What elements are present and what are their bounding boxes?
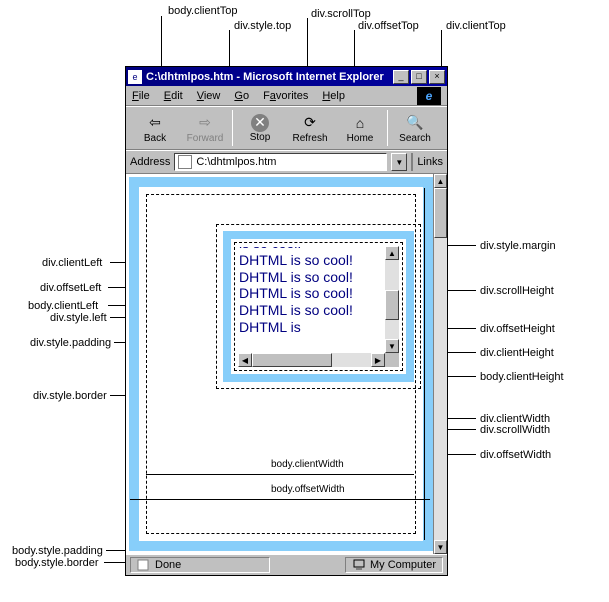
ann-div-offsetWidth: div.offsetWidth [480, 449, 551, 461]
measure-arrow [146, 474, 414, 475]
ann-body-clientHeight: body.clientHeight [480, 371, 564, 383]
document-icon [178, 155, 192, 169]
toolbar-separator [232, 110, 233, 146]
search-button[interactable]: 🔍Search [390, 108, 440, 148]
ie-logo-icon: e [417, 87, 441, 105]
ann-body-style-border: body.style.border [15, 557, 99, 569]
measure-body-clientWidth: body.clientWidth [271, 459, 344, 470]
ann-div-offsetTop: div.offsetTop [358, 20, 419, 32]
content-area: ▲ ▼ is so cool! DHTML is so cool! DHTML … [126, 174, 447, 554]
back-button[interactable]: ⇦Back [130, 108, 180, 148]
status-zone-panel: My Computer [345, 557, 443, 573]
menu-go[interactable]: Go [234, 90, 249, 102]
scroll-corner [385, 353, 399, 367]
address-bar: Address C:\dhtmlpos.htm ▼ Links [126, 150, 447, 174]
stop-label: Stop [250, 132, 271, 143]
close-button[interactable]: × [429, 70, 445, 84]
toolbar-separator [387, 110, 388, 146]
div-border-box: is so cool! DHTML is so cool! DHTML is s… [223, 231, 414, 382]
scroll-thumb[interactable] [252, 353, 332, 367]
home-label: Home [347, 133, 374, 144]
scroll-thumb[interactable] [385, 290, 399, 320]
scroll-down-icon[interactable]: ▼ [434, 540, 447, 554]
page-vertical-scrollbar[interactable]: ▲ ▼ [433, 174, 447, 554]
ann-div-clientHeight: div.clientHeight [480, 347, 554, 359]
menu-edit[interactable]: Edit [164, 90, 183, 102]
measure-body-offsetWidth: body.offsetWidth [271, 484, 345, 495]
ann-div-scrollWidth: div.scrollWidth [480, 424, 550, 436]
ann-div-style-border: div.style.border [33, 390, 107, 402]
refresh-button[interactable]: ⟳Refresh [285, 108, 335, 148]
address-dropdown[interactable]: ▼ [391, 153, 407, 171]
status-zone-text: My Computer [370, 559, 436, 571]
address-value: C:\dhtmlpos.htm [196, 156, 276, 168]
menu-file[interactable]: File [132, 90, 150, 102]
div-margin-box: is so cool! DHTML is so cool! DHTML is s… [216, 224, 421, 389]
computer-icon [352, 559, 366, 571]
scroll-down-icon[interactable]: ▼ [385, 339, 399, 353]
back-label: Back [144, 133, 166, 144]
links-label[interactable]: Links [417, 156, 443, 168]
ann-div-clientLeft: div.clientLeft [42, 257, 102, 269]
div-content: is so cool! DHTML is so cool! DHTML is s… [239, 247, 386, 354]
scroll-thumb[interactable] [434, 188, 447, 238]
div-text: is so cool! DHTML is so cool! DHTML is s… [239, 247, 386, 336]
status-done-text: Done [155, 559, 181, 571]
ann-body-clientLeft: body.clientLeft [28, 300, 98, 312]
stop-icon: ✕ [251, 114, 269, 132]
toolbar: ⇦Back ⇨Forward ✕Stop ⟳Refresh ⌂Home 🔍Sea… [126, 106, 447, 150]
window-title: C:\dhtmlpos.htm - Microsoft Internet Exp… [146, 71, 391, 83]
ann-div-scrollHeight: div.scrollHeight [480, 285, 554, 297]
refresh-label: Refresh [292, 133, 327, 144]
ann-body-clientTop: body.clientTop [168, 5, 238, 17]
home-icon: ⌂ [350, 113, 370, 133]
div-vertical-scrollbar[interactable]: ▲ ▼ [385, 246, 399, 353]
scroll-left-icon[interactable]: ◀ [238, 353, 252, 367]
ann-div-style-top: div.style.top [234, 20, 291, 32]
scroll-up-icon[interactable]: ▲ [434, 174, 447, 188]
minimize-button[interactable]: _ [393, 70, 409, 84]
div-padding-box: is so cool! DHTML is so cool! DHTML is s… [234, 242, 403, 371]
measure-arrow [130, 499, 430, 500]
measure-arrow-v [424, 188, 425, 540]
scroll-right-icon[interactable]: ▶ [371, 353, 385, 367]
div-horizontal-scrollbar[interactable]: ◀ ▶ [238, 353, 385, 367]
home-button[interactable]: ⌂Home [335, 108, 385, 148]
menu-favorites[interactable]: Favorites [263, 90, 308, 102]
menu-view[interactable]: View [197, 90, 221, 102]
app-icon: e [128, 70, 142, 84]
titlebar: e C:\dhtmlpos.htm - Microsoft Internet E… [126, 67, 447, 86]
search-icon: 🔍 [405, 113, 425, 133]
ann-body-style-padding: body.style.padding [12, 545, 103, 557]
ann-div-offsetHeight: div.offsetHeight [480, 323, 555, 335]
forward-button[interactable]: ⇨Forward [180, 108, 230, 148]
scroll-up-icon[interactable]: ▲ [385, 246, 399, 260]
ann-div-offsetLeft: div.offsetLeft [40, 282, 101, 294]
refresh-icon: ⟳ [300, 113, 320, 133]
statusbar: Done My Computer [126, 554, 447, 574]
done-icon [137, 559, 151, 571]
ann-div-style-margin: div.style.margin [480, 240, 556, 252]
ann-div-style-left: div.style.left [50, 312, 107, 324]
stop-button[interactable]: ✕Stop [235, 108, 285, 148]
address-input[interactable]: C:\dhtmlpos.htm [174, 153, 387, 171]
ann-div-clientTop: div.clientTop [446, 20, 506, 32]
address-label: Address [130, 156, 170, 168]
ann-div-style-padding: div.style.padding [30, 337, 111, 349]
menu-help[interactable]: Help [322, 90, 345, 102]
back-arrow-icon: ⇦ [145, 113, 165, 133]
ann-div-scrollTop: div.scrollTop [311, 8, 371, 20]
links-separator [411, 153, 413, 171]
maximize-button[interactable]: □ [411, 70, 427, 84]
menubar: File Edit View Go Favorites Help e [126, 86, 447, 106]
forward-label: Forward [187, 133, 224, 144]
forward-arrow-icon: ⇨ [195, 113, 215, 133]
search-label: Search [399, 133, 431, 144]
browser-window: e C:\dhtmlpos.htm - Microsoft Internet E… [125, 66, 448, 576]
status-done-panel: Done [130, 557, 270, 573]
